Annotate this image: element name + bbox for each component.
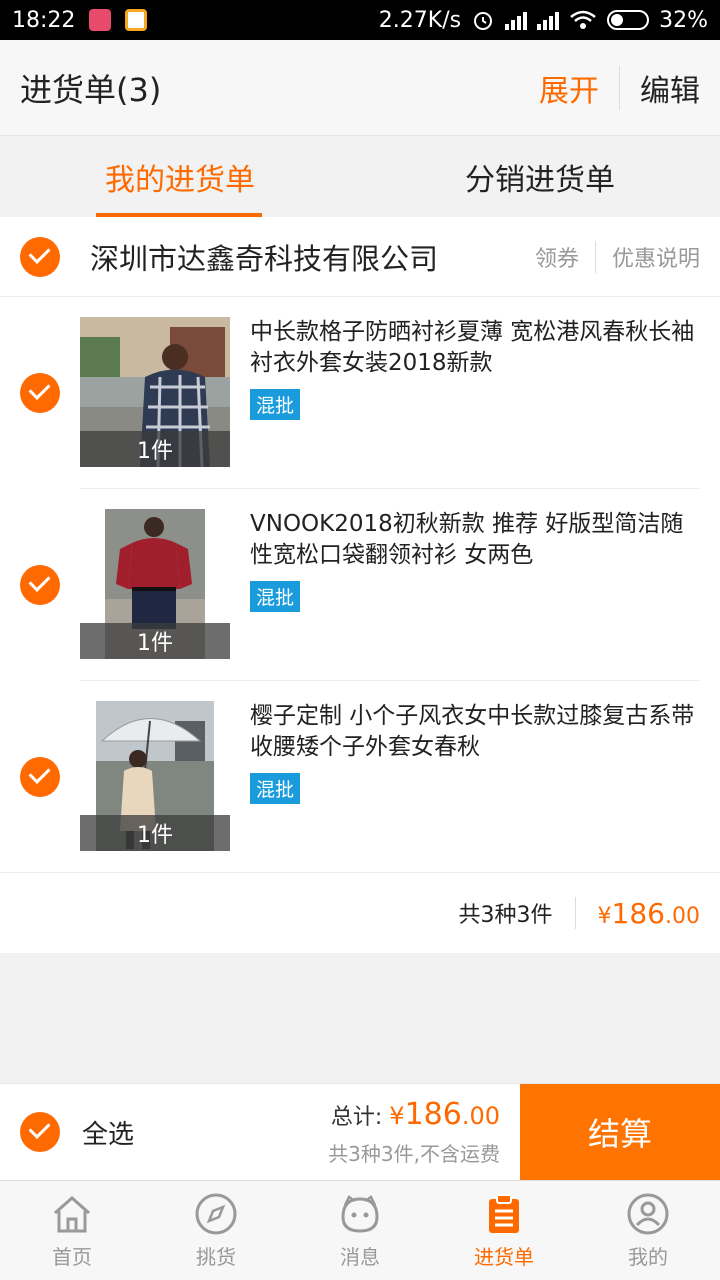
nav-label: 我的 xyxy=(628,1245,668,1269)
cart-item[interactable]: 1件 VNOOK2018初秋新款 推荐 好版型简洁随性宽松口袋翻领衬衫 女两色 … xyxy=(0,489,720,680)
notification-app-icon xyxy=(125,9,148,31)
battery-level: 32% xyxy=(659,7,708,33)
tab-my-orders[interactable]: 我的进货单 xyxy=(0,137,360,217)
signal-icon xyxy=(505,10,528,30)
nav-label: 进货单 xyxy=(474,1245,534,1269)
tab-distribution-orders[interactable]: 分销进货单 xyxy=(360,137,720,217)
cart-item[interactable]: 1件 中长款格子防晒衬衫夏薄 宽松港风春秋长袖衬衣外套女装2018新款 混批 xyxy=(0,297,720,488)
product-name[interactable]: 樱子定制 小个子风衣女中长款过膝复古系带收腰矮个子外套女春秋 xyxy=(250,701,698,763)
signal-icon xyxy=(537,10,560,30)
product-image[interactable]: 1件 xyxy=(80,509,230,659)
item-checkbox[interactable] xyxy=(20,757,60,797)
product-name[interactable]: VNOOK2018初秋新款 推荐 好版型简洁随性宽松口袋翻领衬衫 女两色 xyxy=(250,509,698,571)
total-note: 共3种3件,不含运费 xyxy=(328,1142,500,1166)
clipboard-icon xyxy=(489,1194,519,1233)
app-header: 进货单(3) 展开 编辑 xyxy=(0,40,720,136)
notification-app-icon xyxy=(89,9,112,31)
mixed-batch-badge: 混批 xyxy=(250,773,301,804)
shop-card: 深圳市达鑫奇科技有限公司 领券 优惠说明 1件 中长款格子防晒衬衫夏薄 宽松港风… xyxy=(0,217,720,953)
expand-button[interactable]: 展开 xyxy=(539,65,620,110)
item-quantity: 1件 xyxy=(80,815,230,851)
alarm-icon xyxy=(474,12,493,30)
item-checkbox[interactable] xyxy=(20,373,60,413)
shop-item-count: 共3种3件 xyxy=(459,897,576,929)
product-image[interactable]: 1件 xyxy=(80,317,230,467)
select-all-label[interactable]: 全选 xyxy=(82,1114,134,1151)
nav-home[interactable]: 首页 xyxy=(0,1181,144,1280)
coupon-link[interactable]: 领券 xyxy=(535,240,596,273)
edit-button[interactable]: 编辑 xyxy=(620,66,700,110)
nav-browse[interactable]: 挑货 xyxy=(144,1181,288,1280)
mixed-batch-badge: 混批 xyxy=(250,581,301,612)
product-image[interactable]: 1件 xyxy=(80,701,230,851)
user-icon xyxy=(627,1193,669,1235)
nav-profile[interactable]: 我的 xyxy=(576,1181,720,1280)
compass-icon xyxy=(195,1193,237,1235)
shop-summary: 共3种3件 ¥186.00 xyxy=(0,872,720,953)
nav-label: 首页 xyxy=(52,1245,92,1269)
promo-info-link[interactable]: 优惠说明 xyxy=(596,241,700,273)
checkout-bar: 全选 总计: ¥186.00 共3种3件,不含运费 结算 xyxy=(0,1083,720,1181)
status-bar: 18:22 2.27K/s 32% xyxy=(0,0,720,40)
cart-item[interactable]: 1件 樱子定制 小个子风衣女中长款过膝复古系带收腰矮个子外套女春秋 混批 xyxy=(0,681,720,872)
mixed-batch-badge: 混批 xyxy=(250,389,301,420)
checkout-button[interactable]: 结算 xyxy=(520,1083,720,1181)
nav-order-list[interactable]: 进货单 xyxy=(432,1181,576,1280)
home-icon xyxy=(54,1195,90,1233)
shop-checkbox[interactable] xyxy=(20,236,60,277)
tab-bar: 我的进货单 分销进货单 xyxy=(0,137,720,217)
nav-label: 消息 xyxy=(340,1245,380,1269)
message-cat-icon xyxy=(341,1195,379,1233)
shop-header: 深圳市达鑫奇科技有限公司 领券 优惠说明 xyxy=(0,217,720,297)
page-title: 进货单(3) xyxy=(20,70,162,109)
item-quantity: 1件 xyxy=(80,431,230,467)
bottom-nav: 首页 挑货 消息 进货单 我的 xyxy=(0,1180,720,1280)
nav-messages[interactable]: 消息 xyxy=(288,1181,432,1280)
product-name[interactable]: 中长款格子防晒衬衫夏薄 宽松港风春秋长袖衬衣外套女装2018新款 xyxy=(250,317,698,379)
nav-label: 挑货 xyxy=(196,1245,236,1269)
shop-subtotal: ¥186.00 xyxy=(597,896,700,930)
item-checkbox[interactable] xyxy=(20,565,60,605)
network-speed: 2.27K/s xyxy=(378,7,462,33)
status-time: 18:22 xyxy=(12,7,76,33)
wifi-icon xyxy=(570,10,596,29)
shop-name[interactable]: 深圳市达鑫奇科技有限公司 xyxy=(90,236,438,278)
total-price: 总计: ¥186.00 xyxy=(330,1097,500,1132)
battery-icon xyxy=(607,10,650,30)
select-all-checkbox[interactable] xyxy=(20,1112,60,1152)
item-quantity: 1件 xyxy=(80,623,230,659)
